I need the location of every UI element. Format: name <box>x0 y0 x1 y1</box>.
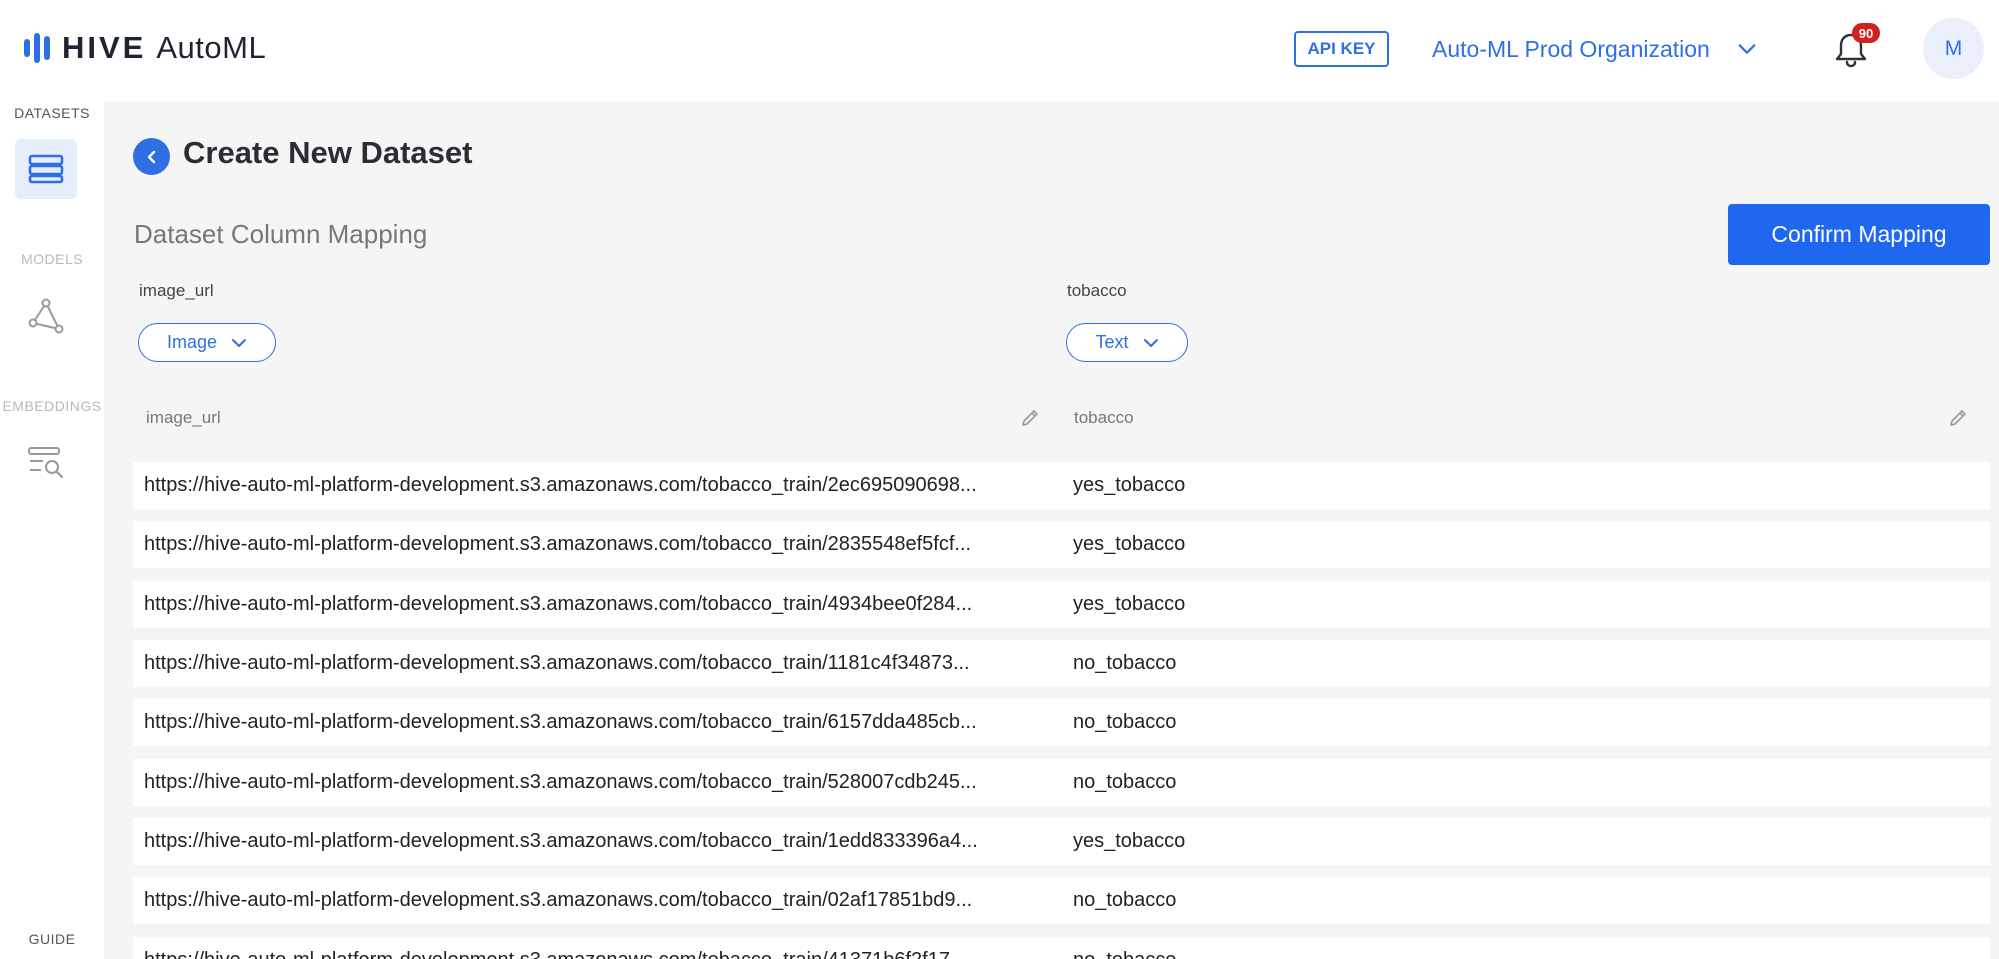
back-button[interactable] <box>133 138 170 175</box>
image-url-cell: https://hive-auto-ml-platform-developmen… <box>144 937 1046 959</box>
datasets-stack-icon <box>28 154 64 184</box>
page-title: Create New Dataset <box>183 135 473 170</box>
image-url-cell: https://hive-auto-ml-platform-developmen… <box>144 593 973 615</box>
table-row: https://hive-auto-ml-platform-developmen… <box>133 640 1990 687</box>
column-name-tobacco: tobacco <box>1067 281 1127 300</box>
tobacco-label-cell: yes_tobacco <box>1073 830 1186 852</box>
table-header-tobacco: tobacco <box>1074 408 1134 427</box>
edit-pencil-icon[interactable] <box>1948 408 1968 428</box>
column-name-image-url: image_url <box>139 281 214 300</box>
tobacco-label-cell: no_tobacco <box>1073 771 1177 793</box>
tobacco-label-cell: no_tobacco <box>1073 889 1177 911</box>
tobacco-label-cell: yes_tobacco <box>1073 593 1186 615</box>
column-type-select-tobacco[interactable]: Text <box>1066 323 1188 362</box>
image-url-cell: https://hive-auto-ml-platform-developmen… <box>144 711 977 733</box>
logo-hive-text: HIVE <box>62 30 147 65</box>
confirm-mapping-button[interactable]: Confirm Mapping <box>1728 204 1990 265</box>
sidebar-item-datasets[interactable] <box>15 139 77 199</box>
logo-automl-text: AutoML <box>156 30 267 65</box>
table-row: https://hive-auto-ml-platform-developmen… <box>133 877 1990 924</box>
sidebar-item-embeddings[interactable] <box>15 432 77 492</box>
tobacco-label-cell: no_tobacco <box>1073 711 1177 733</box>
image-url-cell: https://hive-auto-ml-platform-developmen… <box>144 474 977 496</box>
tobacco-label-cell: no_tobacco <box>1073 652 1177 674</box>
table-row: https://hive-auto-ml-platform-developmen… <box>133 462 1990 509</box>
tobacco-label-cell: yes_tobacco <box>1073 474 1186 496</box>
models-graph-icon <box>28 298 64 334</box>
chevron-down-icon <box>232 338 247 347</box>
embeddings-search-icon <box>28 447 64 479</box>
section-title: Dataset Column Mapping <box>134 219 428 249</box>
image-url-cell: https://hive-auto-ml-platform-developmen… <box>144 771 977 793</box>
sidebar-item-models[interactable] <box>15 286 77 346</box>
column-type-value: Text <box>1095 332 1129 352</box>
table-row: https://hive-auto-ml-platform-developmen… <box>133 581 1990 628</box>
image-url-cell: https://hive-auto-ml-platform-developmen… <box>144 652 970 674</box>
organization-selector[interactable]: Auto-ML Prod Organization <box>1432 30 1758 68</box>
tobacco-label-cell: no_tobacco <box>1073 937 1176 959</box>
sidebar: DATASETS MODELS EMBEDDINGS GUIDE <box>0 101 104 959</box>
table-row: https://hive-auto-ml-platform-developmen… <box>133 937 1990 959</box>
table-row: https://hive-auto-ml-platform-developmen… <box>133 818 1990 865</box>
table-row: https://hive-auto-ml-platform-developmen… <box>133 521 1990 568</box>
notification-count-badge: 90 <box>1852 23 1880 43</box>
image-url-cell: https://hive-auto-ml-platform-developmen… <box>144 889 973 911</box>
table-row: https://hive-auto-ml-platform-developmen… <box>133 759 1990 806</box>
api-key-button[interactable]: API KEY <box>1294 31 1389 67</box>
table-row: https://hive-auto-ml-platform-developmen… <box>133 699 1990 746</box>
hive-logo-icon <box>24 33 50 63</box>
sidebar-label-guide[interactable]: GUIDE <box>0 931 104 947</box>
hive-automl-logo[interactable]: HIVE AutoML <box>24 30 266 66</box>
chevron-down-icon <box>1143 338 1158 347</box>
top-bar: HIVE AutoML API KEY Auto-ML Prod Organiz… <box>0 0 1999 101</box>
organization-name: Auto-ML Prod Organization <box>1432 35 1710 62</box>
edit-pencil-icon[interactable] <box>1020 408 1040 428</box>
table-header-image-url: image_url <box>146 408 221 427</box>
column-type-select-image-url[interactable]: Image <box>138 323 276 362</box>
image-url-cell: https://hive-auto-ml-platform-developmen… <box>144 533 972 555</box>
sidebar-label-embeddings: EMBEDDINGS <box>2 398 102 414</box>
tobacco-label-cell: yes_tobacco <box>1073 533 1186 555</box>
sidebar-label-datasets: DATASETS <box>14 105 90 121</box>
column-type-value: Image <box>166 332 218 352</box>
chevron-left-icon <box>147 150 155 163</box>
sidebar-label-models: MODELS <box>20 251 84 267</box>
image-url-cell: https://hive-auto-ml-platform-developmen… <box>144 830 978 852</box>
chevron-down-icon <box>1738 44 1756 54</box>
main-content: Create New Dataset Dataset Column Mappin… <box>104 101 1999 959</box>
user-avatar[interactable]: M <box>1923 18 1984 79</box>
